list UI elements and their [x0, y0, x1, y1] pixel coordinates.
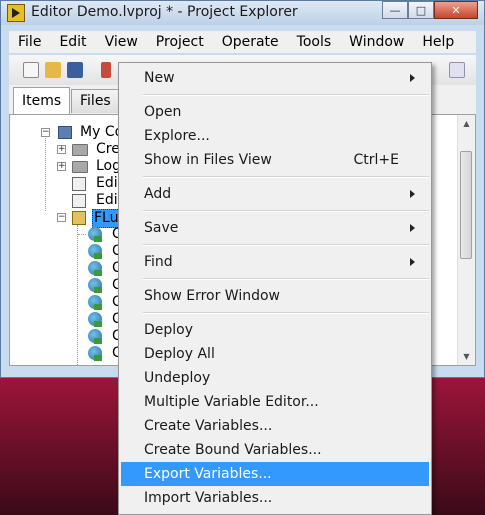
menu-file[interactable]: File	[9, 31, 50, 53]
collapse-icon[interactable]: −	[57, 213, 66, 222]
menu-item-create-variables[interactable]: Create Variables...	[121, 414, 429, 438]
menu-item-label: Add	[144, 186, 172, 202]
context-menu: New Open Explore... Show in Files View C…	[118, 62, 432, 515]
shared-variable-icon	[88, 278, 102, 293]
vertical-scrollbar[interactable]: ▲ ▼	[457, 115, 475, 365]
menu-item-explore[interactable]: Explore...	[121, 124, 429, 148]
menu-item-open[interactable]: Open	[121, 100, 429, 124]
menu-project[interactable]: Project	[147, 31, 213, 53]
scroll-down-icon[interactable]: ▼	[458, 348, 475, 365]
scroll-up-icon[interactable]: ▲	[458, 115, 475, 132]
menu-item-label: Create Variables...	[144, 418, 273, 434]
menu-separator	[143, 312, 429, 314]
close-button[interactable]: ✕	[434, 1, 478, 19]
shared-variable-icon	[88, 312, 102, 327]
shared-variable-icon	[88, 244, 102, 259]
cut-icon[interactable]	[101, 62, 111, 78]
submenu-arrow-icon	[410, 74, 415, 82]
menu-item-label: Export Variables...	[144, 466, 272, 482]
submenu-arrow-icon	[410, 224, 415, 232]
menu-separator	[143, 278, 429, 280]
menu-item-import-variables[interactable]: Import Variables...	[121, 486, 429, 510]
menu-view[interactable]: View	[96, 31, 147, 53]
menu-item-new[interactable]: New	[121, 66, 429, 90]
menu-window[interactable]: Window	[340, 31, 413, 53]
menu-item-label: Undeploy	[144, 370, 211, 386]
library-icon	[72, 211, 86, 225]
expand-icon[interactable]: +	[57, 162, 66, 171]
shared-variable-icon	[88, 346, 102, 361]
menu-item-label: Deploy All	[144, 346, 215, 362]
menu-item-deploy[interactable]: Deploy	[121, 318, 429, 342]
menu-item-export-variables[interactable]: Export Variables...	[121, 462, 429, 486]
filter-icon[interactable]	[449, 62, 465, 78]
tree-item-label: My Co	[80, 124, 124, 140]
menu-edit[interactable]: Edit	[50, 31, 95, 53]
menu-item-label: Find	[144, 254, 173, 270]
menu-item-find[interactable]: Find	[121, 250, 429, 274]
menu-item-multiple-variable-editor[interactable]: Multiple Variable Editor...	[121, 390, 429, 414]
menu-bar: File Edit View Project Operate Tools Win…	[9, 31, 476, 53]
collapse-icon[interactable]: −	[41, 128, 50, 137]
menu-item-label: New	[144, 70, 175, 86]
shared-variable-icon	[88, 227, 102, 242]
submenu-arrow-icon	[410, 190, 415, 198]
title-bar[interactable]: Editor Demo.lvproj * - Project Explorer …	[1, 1, 484, 25]
tree-item-label: Cre	[96, 141, 120, 157]
close-icon: ✕	[451, 3, 461, 17]
menu-item-label: Open	[144, 104, 182, 120]
menu-item-save[interactable]: Save	[121, 216, 429, 240]
menu-item-undeploy[interactable]: Undeploy	[121, 366, 429, 390]
open-icon[interactable]	[45, 62, 61, 78]
menu-separator	[143, 244, 429, 246]
shared-variable-icon	[88, 295, 102, 310]
tree-connector	[78, 234, 86, 235]
save-all-icon[interactable]	[67, 62, 83, 78]
menu-item-label: Create Bound Variables...	[144, 442, 322, 458]
tab-files[interactable]: Files	[71, 89, 120, 113]
tab-items[interactable]: Items	[13, 87, 71, 115]
submenu-arrow-icon	[410, 258, 415, 266]
menu-item-show-error-window[interactable]: Show Error Window	[121, 284, 429, 308]
tree-connector	[45, 133, 46, 211]
menu-item-label: Save	[144, 220, 179, 236]
shared-variable-icon	[88, 261, 102, 276]
expand-icon[interactable]: +	[57, 145, 66, 154]
menu-separator	[143, 94, 429, 96]
menu-operate[interactable]: Operate	[213, 31, 288, 53]
menu-item-label: Explore...	[144, 128, 210, 144]
minimize-icon: —	[389, 3, 401, 17]
computer-icon	[58, 126, 72, 139]
maximize-icon: □	[415, 3, 427, 17]
menu-item-label: Deploy	[144, 322, 194, 338]
new-icon[interactable]	[23, 62, 39, 78]
folder-icon	[72, 144, 88, 156]
vi-icon	[72, 177, 86, 191]
minimize-button[interactable]: —	[382, 1, 408, 19]
menu-item-label: Show Error Window	[144, 288, 281, 304]
menu-separator	[143, 210, 429, 212]
menu-item-show-in-files-view[interactable]: Show in Files View Ctrl+E	[121, 148, 429, 172]
menu-item-create-bound-variables[interactable]: Create Bound Variables...	[121, 438, 429, 462]
maximize-button[interactable]: □	[408, 1, 434, 19]
menu-item-label: Multiple Variable Editor...	[144, 394, 319, 410]
menu-tools[interactable]: Tools	[288, 31, 341, 53]
folder-icon	[72, 161, 88, 173]
tree-connector	[77, 225, 78, 365]
menu-item-add[interactable]: Add	[121, 182, 429, 206]
window-title: Editor Demo.lvproj * - Project Explorer	[31, 4, 298, 20]
shared-variable-icon	[88, 329, 102, 344]
menu-item-label: Import Variables...	[144, 490, 273, 506]
menu-item-label: Show in Files View	[144, 152, 272, 168]
menu-item-shortcut: Ctrl+E	[353, 152, 400, 168]
menu-separator	[143, 176, 429, 178]
menu-item-deploy-all[interactable]: Deploy All	[121, 342, 429, 366]
scroll-thumb[interactable]	[460, 151, 472, 259]
labview-app-icon	[7, 4, 25, 22]
vi-icon	[72, 194, 86, 208]
menu-help[interactable]: Help	[413, 31, 463, 53]
